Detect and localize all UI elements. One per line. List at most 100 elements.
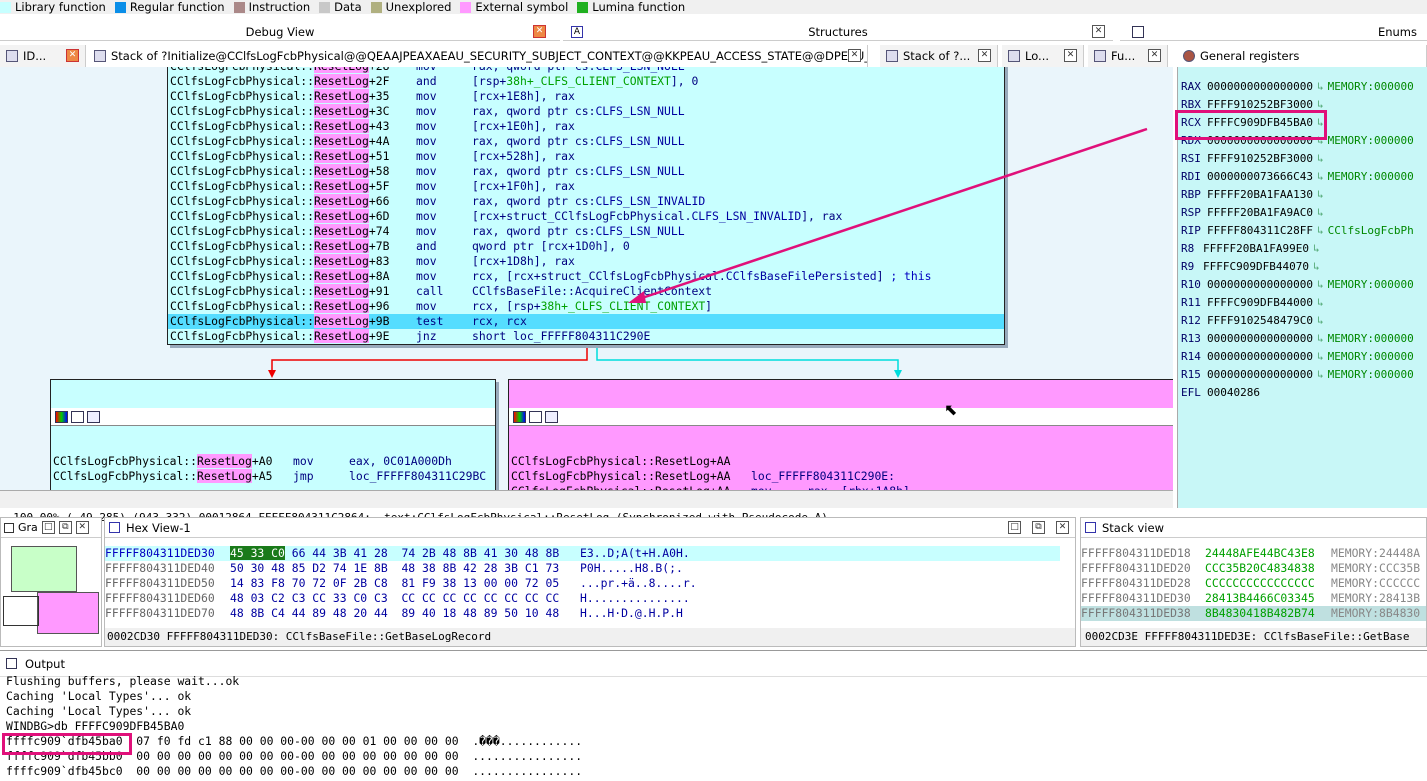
hex-bytes[interactable]: 48 03 C2 C3 CC 33 C0 C3 CC CC CC CC CC C… [230, 591, 559, 605]
register-row[interactable]: RIP FFFFF804311C28FF ↳ CClfsLogFcbPh [1181, 223, 1414, 238]
disasm-line[interactable]: CClfsLogFcbPhysical::ResetLog+7B and qword… [168, 239, 1004, 254]
close-icon[interactable]: ✕ [533, 25, 546, 38]
graph-icon[interactable] [87, 410, 100, 423]
tab-general-registers[interactable]: General registers [1177, 45, 1427, 67]
disasm-line[interactable]: CClfsLogFcbPhysical::ResetLog+28movrax, … [168, 67, 1004, 74]
register-row[interactable]: RBP FFFFF20BA1FAA130 ↳ [1181, 187, 1324, 202]
hex-bytes[interactable]: 48 8B C4 44 89 48 20 44 89 40 18 48 89 5… [230, 606, 559, 620]
register-value[interactable]: FFFFF20BA1FA99E0 [1203, 242, 1309, 255]
left-basic-block[interactable]: CClfsLogFcbPhysical::ResetLog+A0 mov eax, … [50, 379, 496, 490]
disasm-line[interactable]: CClfsLogFcbPhysical::ResetLog+2F and [rsp+… [168, 74, 1004, 89]
register-value[interactable]: FFFF9102548479C0 [1207, 314, 1313, 327]
hex-row[interactable]: FFFFF804311DED50 14 83 F8 70 72 0F 2B C8 … [105, 576, 1060, 591]
disasm-line[interactable]: CClfsLogFcbPhysical::ResetLog+83 mov [rcx+… [168, 254, 1004, 269]
disasm-line[interactable]: CClfsLogFcbPhysical::ResetLog+43 mov [rcx+… [168, 119, 1004, 134]
stack-row[interactable]: FFFFF804311DED30 28413B4466C03345 MEMORY:2… [1081, 591, 1426, 606]
register-row[interactable]: R9 FFFFC909DFB44070 ↳ [1181, 259, 1320, 274]
close-icon[interactable]: ✕ [1056, 521, 1069, 534]
close-icon[interactable]: ✕ [848, 49, 861, 62]
hex-view-pane[interactable]: Hex View-1 □ ⧉ ✕ FFFFF804311DED30 45 33 C… [104, 517, 1076, 647]
register-value[interactable]: FFFFF20BA1FAA130 [1207, 188, 1313, 201]
tab-stack-2[interactable]: Stack of ?... ✕ [880, 45, 998, 67]
close-icon[interactable]: ✕ [978, 49, 991, 62]
right-basic-block[interactable]: CClfsLogFcbPhysical::ResetLog+AA CClfsLog… [508, 379, 1173, 490]
register-value[interactable]: FFFFF804311C28FF [1207, 224, 1313, 237]
stack-value[interactable]: 24448AFE44BC43E8 [1205, 546, 1331, 561]
color-icon[interactable] [55, 410, 68, 423]
tab-functions[interactable]: Fu... ✕ [1088, 45, 1168, 67]
close-icon[interactable]: ✕ [75, 521, 89, 534]
tab-locals[interactable]: Lo... ✕ [1002, 45, 1084, 67]
disasm-line[interactable]: CClfsLogFcbPhysical::ResetLog+91 call CClf… [168, 284, 1004, 299]
jump-arrow-icon[interactable]: ↳ [1317, 224, 1324, 237]
close-icon[interactable]: ✕ [1092, 25, 1105, 38]
register-row[interactable]: EFL 00040286 [1181, 385, 1260, 400]
restore-icon[interactable]: ⧉ [58, 521, 72, 534]
tab-ida-view[interactable]: ID... ✕ [0, 45, 86, 67]
disasm-line[interactable]: CClfsLogFcbPhysical::ResetLog+8A mov rcx, … [168, 269, 1004, 284]
jump-arrow-icon[interactable]: ↳ [1317, 152, 1324, 165]
disasm-line[interactable]: CClfsLogFcbPhysical::ResetLog+66 mov rax, … [168, 194, 1004, 209]
register-row[interactable]: R8 FFFFF20BA1FA99E0 ↳ [1181, 241, 1320, 256]
stack-value[interactable]: 28413B4466C03345 [1205, 591, 1331, 606]
maximize-icon[interactable]: □ [41, 521, 55, 534]
register-value[interactable]: 0000000000000000 [1207, 350, 1313, 363]
register-row[interactable]: R13 0000000000000000 ↳ MEMORY:000000 [1181, 331, 1414, 346]
register-row[interactable]: R12 FFFF9102548479C0 ↳ [1181, 313, 1324, 328]
register-value[interactable]: FFFFC909DFB44070 [1203, 260, 1309, 273]
disasm-line[interactable]: CClfsLogFcbPhysical::ResetLog+9B test rcx,… [168, 314, 1004, 329]
disasm-line[interactable]: CClfsLogFcbPhysical::ResetLog+96 mov rcx, … [168, 299, 1004, 314]
output-pane[interactable]: Output Flushing buffers, please wait...o… [0, 650, 1427, 781]
graph-overview-pane[interactable]: Gra □ ⧉ ✕ [0, 517, 102, 647]
register-row[interactable]: RAX 0000000000000000 ↳ MEMORY:000000 [1181, 79, 1414, 94]
stack-row[interactable]: FFFFF804311DED28 CCCCCCCCCCCCCCCC MEMORY:C… [1081, 576, 1426, 591]
jump-arrow-icon[interactable]: ↳ [1317, 80, 1324, 93]
hex-bytes[interactable]: 50 30 48 85 D2 74 1E 8B 48 38 8B 42 28 3… [230, 561, 559, 575]
stack-row[interactable]: FFFFF804311DED38 8B4830418B482B74 MEMORY:8… [1081, 606, 1426, 621]
jump-arrow-icon[interactable]: ↳ [1317, 332, 1324, 345]
register-value[interactable]: FFFFC909DFB44000 [1207, 296, 1313, 309]
jump-arrow-icon[interactable]: ↳ [1317, 368, 1324, 381]
register-value[interactable]: 0000000000000000 [1207, 368, 1313, 381]
hex-row[interactable]: FFFFF804311DED70 48 8B C4 44 89 48 20 44 … [105, 606, 1060, 621]
stack-value[interactable]: 8B4830418B482B74 [1205, 606, 1331, 621]
register-value[interactable]: FFFF910252BF3000 [1207, 152, 1313, 165]
hex-bytes[interactable]: 66 44 3B 41 28 74 2B 48 8B 41 30 48 8B [285, 546, 559, 560]
jump-arrow-icon[interactable]: ↳ [1317, 170, 1324, 183]
stack-view-pane[interactable]: Stack view FFFFF804311DED18 24448AFE44BC4… [1080, 517, 1427, 647]
register-row[interactable]: R11 FFFFC909DFB44000 ↳ [1181, 295, 1324, 310]
jump-arrow-icon[interactable]: ↳ [1317, 314, 1324, 327]
disasm-line[interactable]: CClfsLogFcbPhysical::ResetLog+35 mov [rcx+… [168, 89, 1004, 104]
close-icon[interactable]: ✕ [1148, 49, 1161, 62]
edit-icon[interactable] [71, 410, 84, 423]
graph-icon[interactable] [545, 410, 558, 423]
disasm-line[interactable]: CClfsLogFcbPhysical::ResetLog+5F mov [rcx+… [168, 179, 1004, 194]
register-row[interactable]: R14 0000000000000000 ↳ MEMORY:000000 [1181, 349, 1414, 364]
edit-icon[interactable] [529, 410, 542, 423]
register-row[interactable]: R15 0000000000000000 ↳ MEMORY:000000 [1181, 367, 1414, 382]
jump-arrow-icon[interactable]: ↳ [1317, 278, 1324, 291]
disasm-line[interactable]: CClfsLogFcbPhysical::ResetLog+A5 jmp loc_F… [51, 469, 495, 484]
hex-bytes[interactable]: 14 83 F8 70 72 0F 2B C8 81 F9 38 13 00 0… [230, 576, 559, 590]
register-row[interactable]: RSP FFFFF20BA1FA9AC0 ↳ [1181, 205, 1324, 220]
close-icon[interactable]: ✕ [66, 49, 79, 62]
register-value[interactable]: 0000000073666C43 [1207, 170, 1313, 183]
register-row[interactable]: RSI FFFF910252BF3000 ↳ [1181, 151, 1324, 166]
disasm-line[interactable]: CClfsLogFcbPhysical::ResetLog+AA loc_FFFF… [509, 469, 1173, 484]
disasm-line[interactable]: CClfsLogFcbPhysical::ResetLog+A0 mov eax, … [51, 454, 495, 469]
stack-row[interactable]: FFFFF804311DED18 24448AFE44BC43E8 MEMORY:2… [1081, 546, 1426, 561]
hex-row[interactable]: FFFFF804311DED30 45 33 C0 66 44 3B 41 28 … [105, 546, 1060, 561]
jump-arrow-icon[interactable]: ↳ [1317, 296, 1324, 309]
register-value[interactable]: 0000000000000000 [1207, 80, 1313, 93]
register-value[interactable]: 0000000000000000 [1207, 278, 1313, 291]
hex-row[interactable]: FFFFF804311DED60 48 03 C2 C3 CC 33 C0 C3 … [105, 591, 1060, 606]
jump-arrow-icon[interactable]: ↳ [1313, 242, 1320, 255]
close-icon[interactable]: ✕ [1064, 49, 1077, 62]
disasm-line[interactable]: CClfsLogFcbPhysical::ResetLog+6D mov [rcx+… [168, 209, 1004, 224]
jump-arrow-icon[interactable]: ↳ [1317, 350, 1324, 363]
hex-dump[interactable]: FFFFF804311DED30 45 33 C0 66 44 3B 41 28 … [105, 546, 1060, 621]
register-row[interactable]: RDI 0000000073666C43 ↳ MEMORY:000000 [1181, 169, 1414, 184]
debug-view-header[interactable]: Debug View ✕ [0, 23, 560, 41]
disasm-line[interactable]: CClfsLogFcbPhysical::ResetLog+58 mov rax, … [168, 164, 1004, 179]
register-value[interactable]: 0000000000000000 [1207, 332, 1313, 345]
